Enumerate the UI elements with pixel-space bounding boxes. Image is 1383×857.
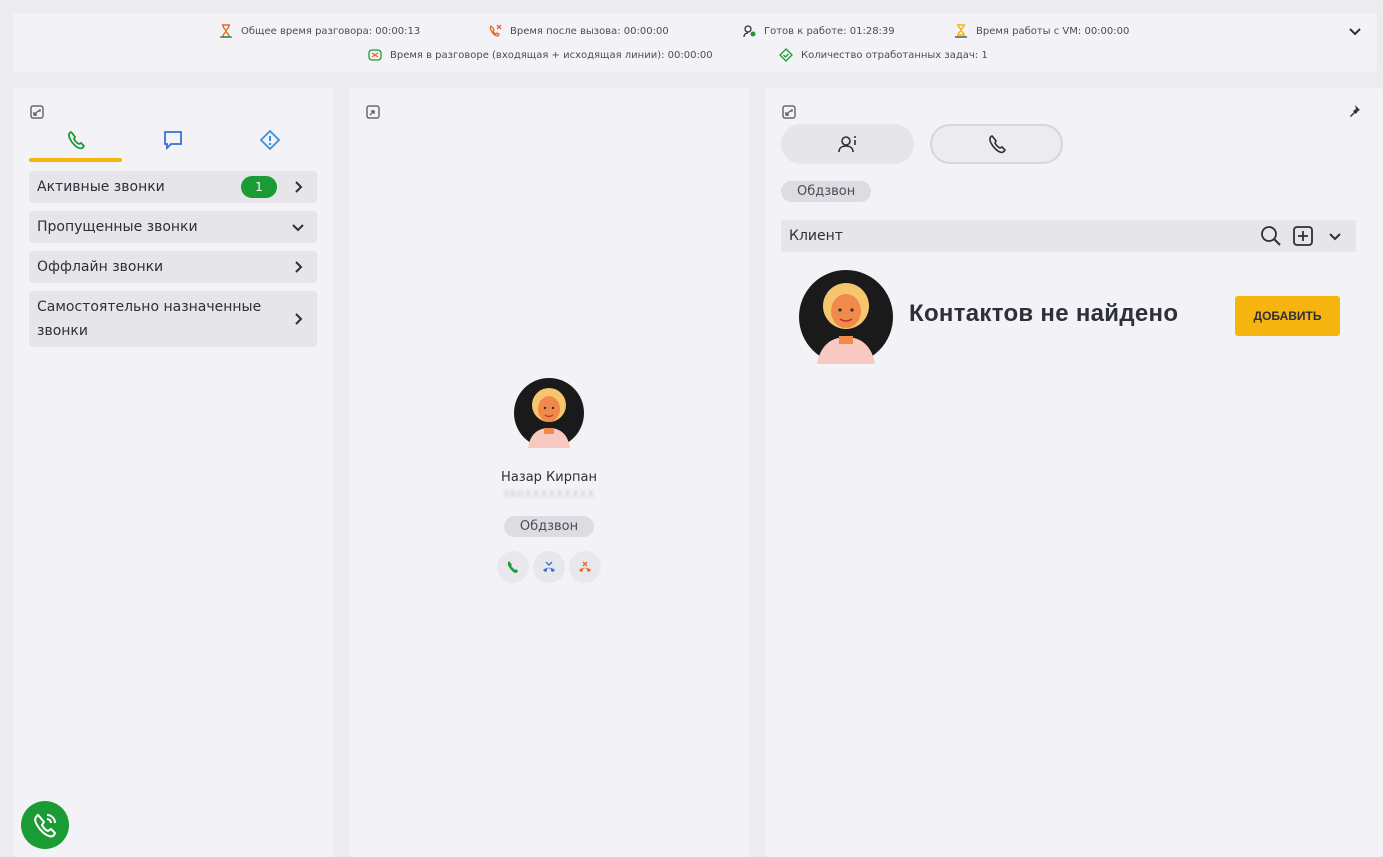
campaign-tag: Обдзвон (503, 516, 595, 537)
tab-chats[interactable] (126, 118, 219, 162)
campaign-tag-wrap: Обдзвон (781, 180, 872, 202)
client-panel: Обдзвон Клиент Контактов не найдено ДОБА… (765, 88, 1383, 857)
phone-calling-icon (34, 813, 57, 838)
client-tools (1260, 224, 1346, 248)
stat-after-call-text: Время после вызова: 00:00:00 (510, 25, 669, 37)
expand-icon[interactable] (366, 105, 380, 119)
plus-square-icon (1293, 226, 1313, 246)
avatar (799, 270, 893, 364)
collapse-icon[interactable] (782, 105, 796, 119)
campaign-tag: Обдзвон (781, 181, 872, 202)
panel-tabs (29, 118, 317, 162)
stat-total-talk-text: Общее время разговора: 00:00:13 (241, 25, 421, 37)
list-item-label: Самостоятельно назначенные звонки (37, 299, 262, 339)
agent-ready-icon (743, 25, 756, 38)
stat-vm-time-text: Время работы с VM: 00:00:00 (976, 25, 1130, 37)
chevron-down-icon (292, 224, 304, 232)
task-check-icon (779, 48, 793, 62)
chevron-right-icon (295, 181, 303, 193)
transfer-button[interactable] (533, 551, 565, 583)
phone-x-icon (489, 24, 502, 37)
chevron-down-icon[interactable] (1347, 23, 1363, 39)
tab-client-info[interactable] (781, 124, 914, 164)
caller-phone: 380XXXXXXXXX (502, 489, 596, 500)
client-label: Клиент (789, 228, 843, 244)
list-item-label: Активные звонки (37, 179, 165, 195)
expand-client-button[interactable] (1324, 224, 1346, 248)
stat-in-talk: Время в разговоре (входящая + исходящая … (368, 48, 713, 62)
collapse-icon[interactable] (30, 105, 44, 119)
search-button[interactable] (1260, 224, 1282, 248)
phone-icon (67, 130, 85, 150)
list-item-offline-calls[interactable]: Оффлайн звонки (29, 251, 317, 283)
calls-list: Активные звонки 1 Пропущенные звонки Офф… (29, 171, 317, 355)
phone-icon (988, 135, 1006, 154)
list-item-label: Пропущенные звонки (37, 219, 198, 235)
calls-panel: Активные звонки 1 Пропущенные звонки Офф… (13, 88, 333, 857)
decline-button[interactable] (569, 551, 601, 583)
chevron-right-icon (295, 313, 303, 325)
stat-vm-time: Время работы с VM: 00:00:00 (954, 24, 1129, 38)
stat-total-talk: Общее время разговора: 00:00:13 (219, 24, 420, 38)
stat-ready-text: Готов к работе: 01:28:39 (764, 25, 895, 37)
user-info-icon (837, 136, 856, 153)
tab-calls[interactable] (29, 118, 122, 162)
softphone-button[interactable] (21, 801, 69, 849)
call-panel: Назар Кирпан 380XXXXXXXXX Обдзвон (349, 88, 749, 857)
chevron-right-icon (295, 261, 303, 273)
answer-button[interactable] (497, 551, 529, 583)
chat-icon (163, 131, 182, 151)
count-badge: 1 (241, 176, 277, 198)
search-icon (1261, 226, 1281, 246)
incoming-call-card: Назар Кирпан 380XXXXXXXXX Обдзвон (349, 378, 749, 583)
list-item-label: Оффлайн звонки (37, 259, 164, 275)
stat-tasks-text: Количество отработанных задач: 1 (801, 49, 988, 61)
stat-ready: Готов к работе: 01:28:39 (742, 24, 895, 38)
avatar (514, 378, 584, 448)
phone-lines-icon (368, 49, 382, 61)
chevron-down-icon (1329, 233, 1341, 241)
stat-after-call: Время после вызова: 00:00:00 (488, 24, 669, 38)
list-item-self-assigned-calls[interactable]: Самостоятельно назначенные звонки (29, 291, 317, 347)
client-section-header: Клиент (781, 220, 1356, 252)
stats-bar: Общее время разговора: 00:00:13 Время по… (13, 13, 1377, 72)
phone-answer-icon (507, 561, 518, 573)
tab-call-info[interactable] (930, 124, 1063, 164)
stat-in-talk-text: Время в разговоре (входящая + исходящая … (390, 49, 713, 61)
list-item-active-calls[interactable]: Активные звонки 1 (29, 171, 317, 203)
no-contacts-message: Контактов не найдено (909, 300, 1179, 327)
list-item-missed-calls[interactable]: Пропущенные звонки (29, 211, 317, 243)
hourglass-icon (220, 24, 232, 38)
alert-diamond-icon (259, 129, 280, 151)
phone-transfer-icon (543, 561, 555, 572)
add-contact-button[interactable]: ДОБАВИТЬ (1235, 296, 1340, 336)
stat-tasks: Количество отработанных задач: 1 (779, 48, 988, 62)
hourglass-vm-icon (955, 24, 967, 38)
call-actions (349, 551, 749, 583)
phone-decline-icon (579, 561, 591, 572)
add-client-button[interactable] (1292, 224, 1314, 248)
pin-icon[interactable] (1347, 104, 1361, 118)
tab-alerts[interactable] (223, 118, 316, 162)
caller-name: Назар Кирпан (501, 470, 597, 485)
